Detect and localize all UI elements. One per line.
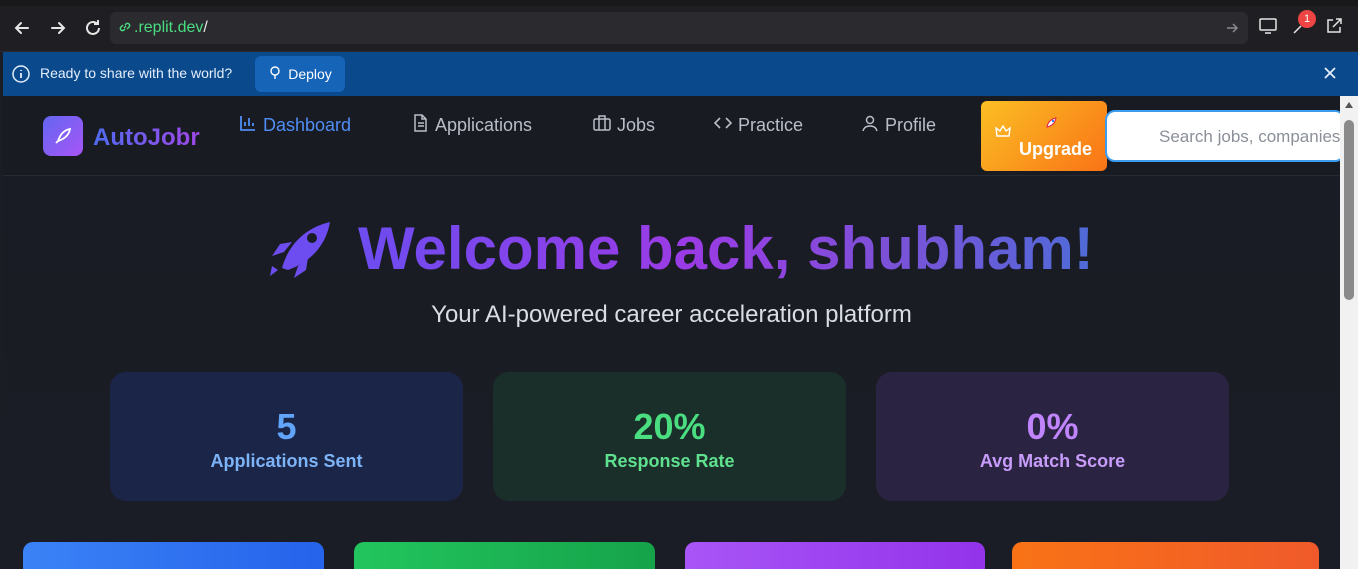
nav-jobs[interactable]: Jobs — [593, 114, 655, 137]
deploy-message: Ready to share with the world? — [40, 65, 233, 81]
stat-card-match-score: 0% Avg Match Score — [876, 372, 1229, 501]
nav-profile-label: Profile — [885, 115, 937, 135]
scrollbar[interactable] — [1340, 96, 1358, 569]
upgrade-label: Upgrade — [1019, 139, 1093, 159]
nav-jobs-label: Jobs — [617, 115, 656, 135]
link-icon — [118, 20, 132, 39]
upgrade-button[interactable]: Upgrade — [981, 101, 1107, 171]
address-bar[interactable]: .replit.dev/ — [110, 12, 1248, 44]
stat-label: Avg Match Score — [979, 451, 1126, 471]
user-icon — [861, 114, 879, 137]
url-text: .replit.dev/ — [134, 19, 208, 37]
go-arrow-icon[interactable] — [1224, 20, 1240, 41]
welcome-subtitle: Your AI-powered career acceleration plat… — [431, 301, 912, 328]
external-link-icon[interactable] — [1324, 16, 1344, 41]
stat-label: Response Rate — [604, 451, 735, 471]
nav-applications-label: Applications — [435, 115, 533, 135]
nav-practice[interactable]: Practice — [713, 114, 804, 137]
action-card[interactable] — [1012, 542, 1319, 569]
app-viewport: AutoJobr Dashboard Applications Jobs Pra… — [3, 96, 1340, 569]
code-icon — [713, 114, 733, 137]
devices-icon[interactable] — [1258, 16, 1278, 41]
search-placeholder: Search jobs, companies — [1159, 127, 1340, 146]
scrollbar-thumb[interactable] — [1344, 120, 1354, 300]
stat-label: Applications Sent — [210, 451, 363, 471]
back-icon[interactable] — [10, 16, 34, 40]
reload-icon[interactable] — [81, 16, 105, 40]
stat-value: 20% — [633, 406, 706, 447]
stat-value: 5 — [276, 406, 297, 447]
info-icon — [11, 64, 31, 89]
document-icon — [411, 114, 429, 137]
balloon-icon — [268, 65, 282, 83]
crown-icon — [995, 123, 1011, 144]
rocket-logo-icon[interactable] — [43, 116, 83, 156]
rocket-icon — [268, 220, 332, 283]
stat-card-applications: 5 Applications Sent — [110, 372, 463, 501]
nav-profile[interactable]: Profile — [861, 114, 936, 137]
stat-value: 0% — [1026, 406, 1079, 447]
app-logo[interactable]: AutoJobr — [93, 124, 200, 152]
url-path: / — [203, 19, 208, 36]
action-card[interactable] — [685, 542, 985, 569]
welcome-title: Welcome back, shubham! — [358, 215, 1094, 282]
deploy-button-label: Deploy — [288, 66, 332, 82]
forward-icon[interactable] — [46, 16, 70, 40]
deploy-banner: Ready to share with the world? Deploy — [3, 52, 1358, 96]
scroll-up-icon[interactable] — [1345, 102, 1353, 108]
stat-card-response-rate: 20% Response Rate — [493, 372, 846, 501]
rocket-emoji-icon — [1043, 115, 1059, 134]
nav-practice-label: Practice — [738, 115, 804, 135]
deploy-button[interactable]: Deploy — [255, 56, 345, 92]
bar-chart-icon — [239, 114, 257, 137]
nav-applications[interactable]: Applications — [411, 114, 532, 137]
notification-badge: 1 — [1298, 10, 1316, 28]
nav-dashboard[interactable]: Dashboard — [239, 114, 351, 137]
search-input[interactable]: Search jobs, companies — [1105, 110, 1340, 162]
action-card[interactable] — [354, 542, 655, 569]
action-card[interactable] — [23, 542, 324, 569]
url-host: .replit.dev — [134, 19, 204, 36]
tab-strip — [0, 0, 1358, 6]
nav-dashboard-label: Dashboard — [263, 115, 352, 135]
briefcase-icon — [593, 114, 611, 137]
close-icon[interactable] — [1322, 65, 1338, 86]
browser-toolbar: .replit.dev/ 1 — [0, 0, 1358, 52]
app-header: AutoJobr Dashboard Applications Jobs Pra… — [3, 96, 1340, 176]
